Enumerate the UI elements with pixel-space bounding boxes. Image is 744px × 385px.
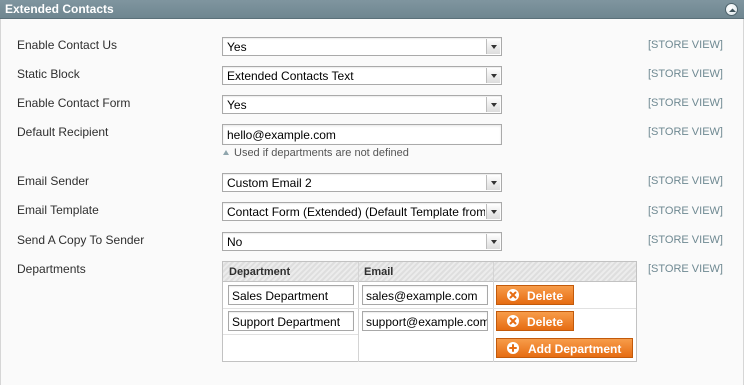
static-block-select[interactable]: Extended Contacts Text — [222, 66, 502, 85]
enable-contact-us-label: Enable Contact Us — [17, 38, 118, 52]
scope-label: [STORE VIEW] — [648, 234, 723, 246]
department-name-value: Sales Department — [232, 289, 329, 303]
department-email-input[interactable]: sales@example.com — [362, 285, 488, 305]
scope-label: [STORE VIEW] — [648, 97, 723, 109]
row-divider — [223, 308, 636, 309]
department-email-value: support@example.com — [366, 315, 488, 329]
scope-label: [STORE VIEW] — [648, 126, 723, 138]
send-copy-value: No — [227, 235, 243, 249]
column-header-department: Department — [223, 262, 358, 282]
send-copy-label: Send A Copy To Sender — [17, 233, 145, 247]
static-block-label: Static Block — [17, 67, 80, 81]
delete-button[interactable]: Delete — [496, 311, 574, 331]
section-title: Extended Contacts — [5, 2, 114, 16]
scope-label: [STORE VIEW] — [648, 175, 723, 187]
enable-contact-form-label: Enable Contact Form — [17, 96, 131, 110]
default-recipient-value: hello@example.com — [227, 128, 336, 142]
chevron-down-icon — [486, 39, 500, 54]
scope-label: [STORE VIEW] — [648, 68, 723, 80]
column-header-email: Email — [358, 262, 493, 282]
scope-label: [STORE VIEW] — [648, 39, 723, 51]
scope-label: [STORE VIEW] — [648, 205, 723, 217]
add-department-label: Add Department — [528, 342, 622, 356]
department-email-input[interactable]: support@example.com — [362, 311, 488, 331]
chevron-down-icon — [486, 175, 500, 190]
chevron-down-icon — [486, 204, 500, 219]
add-plus-icon — [507, 342, 519, 354]
email-template-select[interactable]: Contact Form (Extended) (Default Templat… — [222, 202, 502, 221]
department-name-input[interactable]: Support Department — [228, 311, 354, 331]
delete-button[interactable]: Delete — [496, 285, 574, 305]
config-panel: Enable Contact Us Yes [STORE VIEW] Stati… — [0, 19, 744, 385]
email-template-value: Contact Form (Extended) (Default Templat… — [227, 205, 485, 219]
email-sender-select[interactable]: Custom Email 2 — [222, 173, 502, 192]
delete-x-icon — [507, 315, 519, 327]
department-name-value: Support Department — [232, 315, 341, 329]
default-recipient-note: Used if departments are not defined — [223, 147, 409, 159]
departments-label: Departments — [17, 262, 86, 276]
row-divider — [223, 334, 358, 335]
column-divider — [493, 262, 494, 362]
default-recipient-input[interactable]: hello@example.com — [222, 124, 502, 145]
send-copy-select[interactable]: No — [222, 232, 502, 251]
column-divider — [358, 262, 359, 362]
delete-x-icon — [507, 289, 519, 301]
note-text: Used if departments are not defined — [234, 147, 409, 159]
enable-contact-form-select[interactable]: Yes — [222, 95, 502, 114]
departments-grid: Department Email Sales Department sales@… — [222, 261, 637, 362]
email-template-label: Email Template — [17, 203, 99, 217]
chevron-down-icon — [486, 97, 500, 112]
section-header[interactable]: Extended Contacts — [0, 0, 744, 19]
chevron-down-icon — [486, 234, 500, 249]
department-email-value: sales@example.com — [366, 289, 478, 303]
scope-label: [STORE VIEW] — [648, 263, 723, 275]
add-department-button[interactable]: Add Department — [496, 338, 633, 358]
email-sender-value: Custom Email 2 — [227, 176, 312, 190]
default-recipient-label: Default Recipient — [17, 125, 109, 139]
collapse-up-icon[interactable] — [725, 3, 738, 16]
note-triangle-icon — [223, 150, 229, 155]
enable-contact-form-value: Yes — [227, 98, 247, 112]
chevron-down-icon — [486, 68, 500, 83]
email-sender-label: Email Sender — [17, 174, 90, 188]
department-name-input[interactable]: Sales Department — [228, 285, 354, 305]
column-header-actions — [493, 262, 636, 282]
delete-label: Delete — [527, 315, 564, 329]
delete-label: Delete — [527, 289, 564, 303]
enable-contact-us-value: Yes — [227, 40, 247, 54]
enable-contact-us-select[interactable]: Yes — [222, 37, 502, 56]
static-block-value: Extended Contacts Text — [227, 69, 354, 83]
